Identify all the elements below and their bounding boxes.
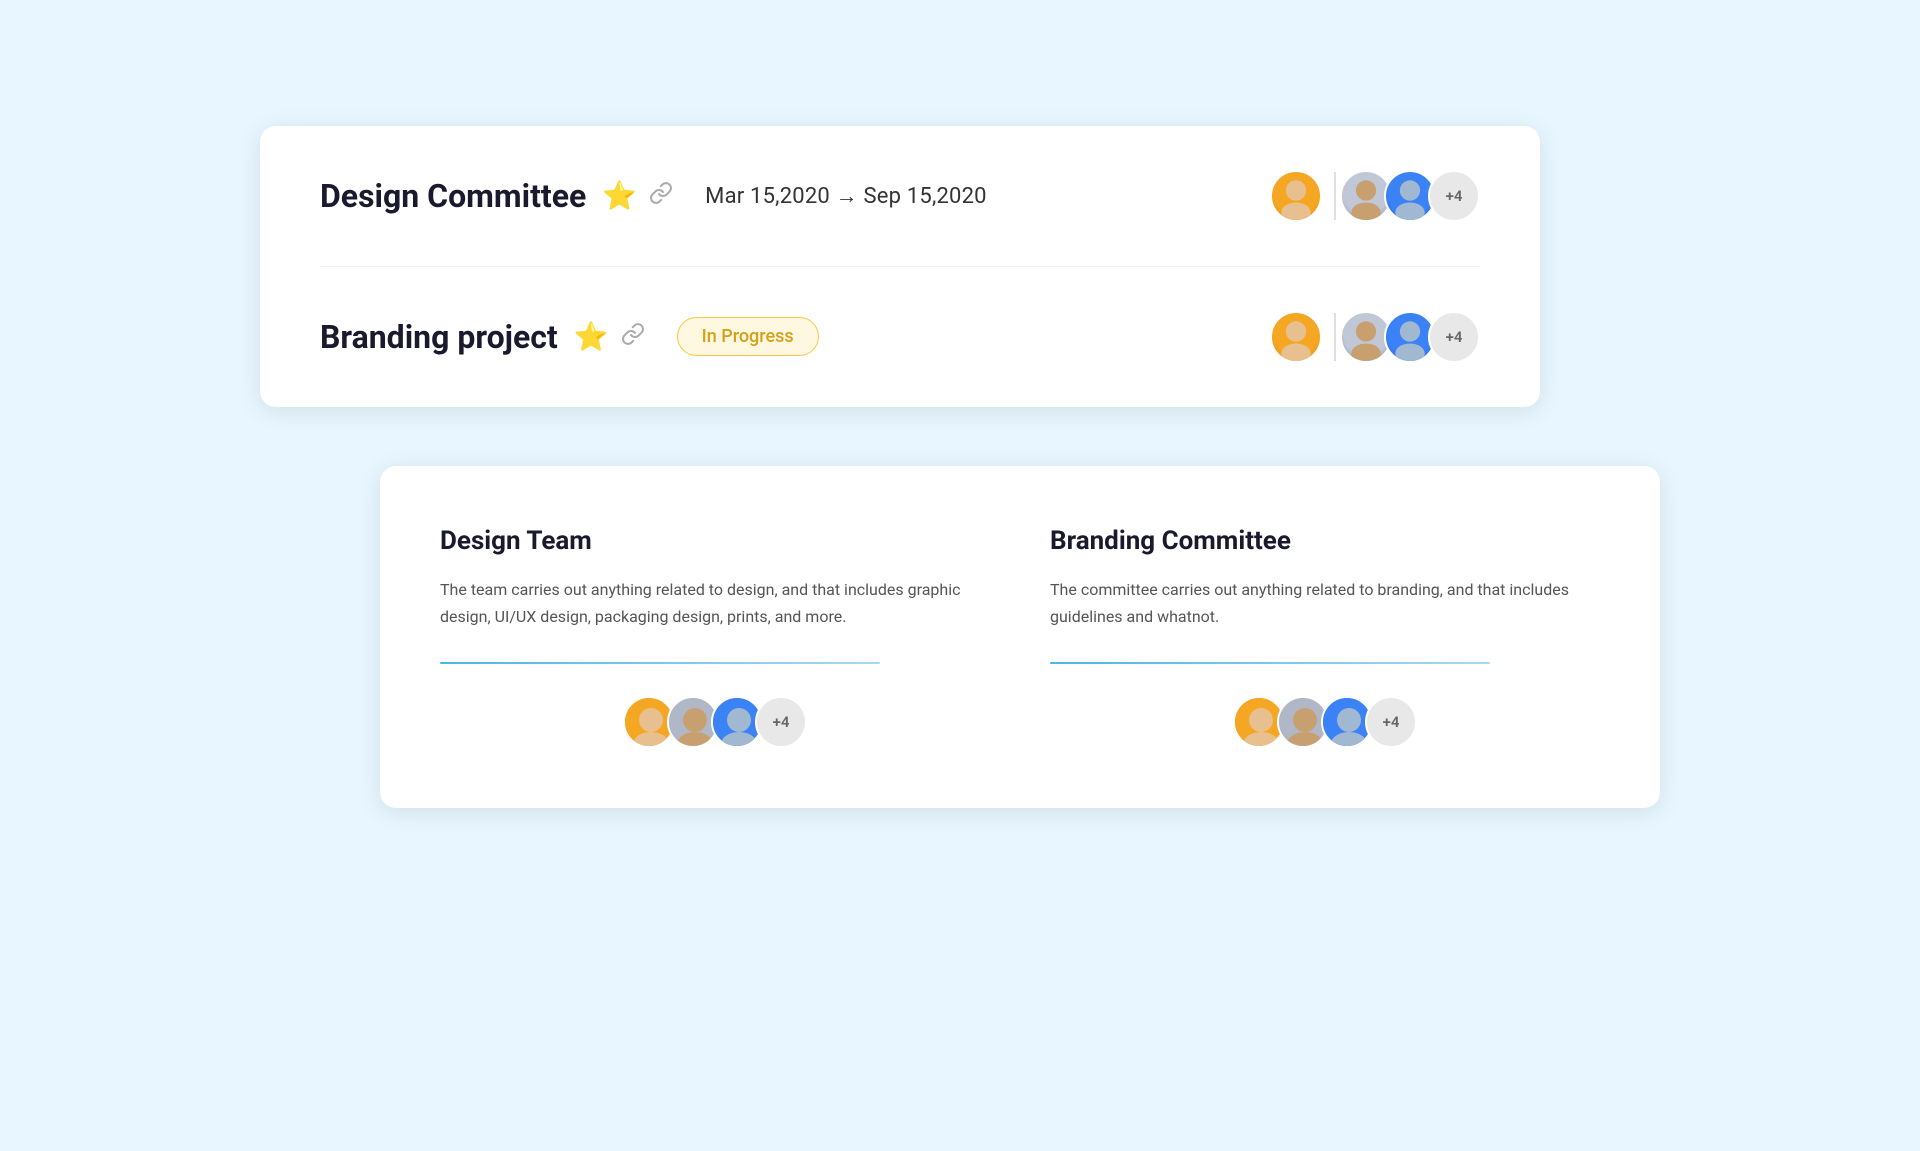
branding-committee-description: The committee carries out anything relat… (1050, 576, 1600, 630)
project-title-branding-project: Branding project (320, 318, 558, 356)
star-icon-branding-project[interactable]: ⭐ (574, 320, 609, 353)
dt-avatar-count: +4 (755, 696, 807, 748)
avatar-count-design-committee: +4 (1428, 170, 1480, 222)
avatar-1 (1270, 170, 1322, 222)
design-team-divider (440, 662, 880, 664)
project-row-branding-project: Branding project ⭐ In Progress (320, 267, 1480, 407)
bottom-card: Design Team The team carries out anythin… (380, 466, 1660, 808)
in-progress-badge: In Progress (677, 317, 819, 356)
avatars-branding-project: +4 (1270, 311, 1480, 363)
top-card: Design Committee ⭐ Mar 15,2020 → Sep 15,… (260, 126, 1540, 407)
link-icon-branding-project[interactable] (621, 322, 645, 352)
project-title-design-committee: Design Committee (320, 177, 586, 215)
bottom-card-inner: Design Team The team carries out anythin… (440, 526, 1600, 748)
date-range-design-committee: Mar 15,2020 → Sep 15,2020 (705, 183, 987, 209)
star-icon-design-committee[interactable]: ⭐ (602, 179, 637, 212)
link-icon-design-committee[interactable] (649, 181, 673, 211)
branding-committee-avatars: +4 (1050, 696, 1600, 748)
design-team-section: Design Team The team carries out anythin… (440, 526, 990, 748)
avatar-4 (1270, 311, 1322, 363)
scene: Design Committee ⭐ Mar 15,2020 → Sep 15,… (260, 126, 1660, 1026)
avatars-design-committee: +4 (1270, 170, 1480, 222)
avatar-divider (1334, 172, 1336, 220)
design-team-title: Design Team (440, 526, 990, 556)
avatar-divider-2 (1334, 313, 1336, 361)
avatar-count-branding-project: +4 (1428, 311, 1480, 363)
branding-committee-divider (1050, 662, 1490, 664)
branding-committee-section: Branding Committee The committee carries… (1050, 526, 1600, 748)
design-team-description: The team carries out anything related to… (440, 576, 990, 630)
branding-committee-title: Branding Committee (1050, 526, 1600, 556)
design-team-avatars: +4 (440, 696, 990, 748)
project-row-design-committee: Design Committee ⭐ Mar 15,2020 → Sep 15,… (320, 126, 1480, 267)
bc-avatar-count: +4 (1365, 696, 1417, 748)
